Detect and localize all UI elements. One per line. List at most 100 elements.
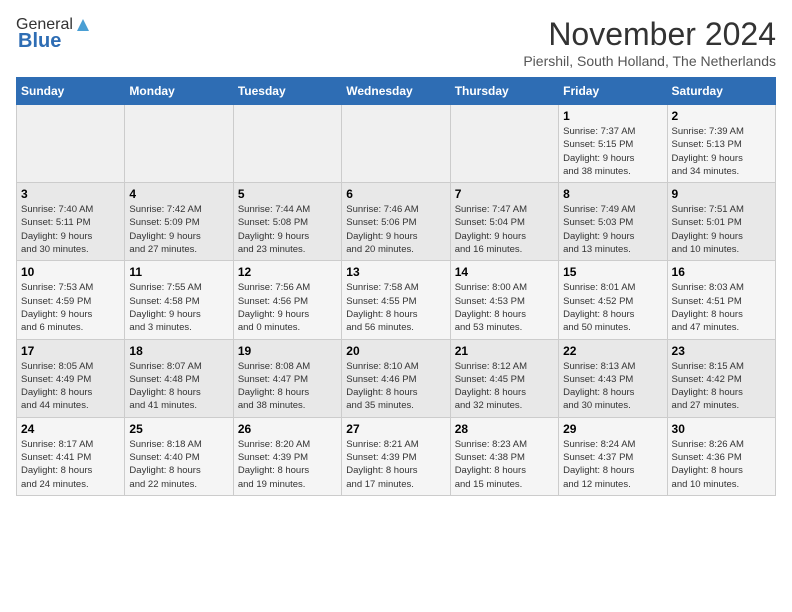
day-number: 14 bbox=[455, 265, 554, 279]
day-info: Sunrise: 8:00 AM Sunset: 4:53 PM Dayligh… bbox=[455, 281, 554, 334]
calendar-cell bbox=[125, 105, 233, 183]
day-number: 8 bbox=[563, 187, 662, 201]
day-info: Sunrise: 8:01 AM Sunset: 4:52 PM Dayligh… bbox=[563, 281, 662, 334]
month-title: November 2024 bbox=[523, 16, 776, 53]
header-saturday: Saturday bbox=[667, 78, 775, 105]
calendar-cell: 14 Sunrise: 8:00 AM Sunset: 4:53 PM Dayli… bbox=[450, 261, 558, 339]
calendar-cell: 10 Sunrise: 7:53 AM Sunset: 4:59 PM Dayli… bbox=[17, 261, 125, 339]
day-info: Sunrise: 8:20 AM Sunset: 4:39 PM Dayligh… bbox=[238, 438, 337, 491]
calendar-cell: 3 Sunrise: 7:40 AM Sunset: 5:11 PM Daylig… bbox=[17, 183, 125, 261]
day-number: 24 bbox=[21, 422, 120, 436]
day-number: 26 bbox=[238, 422, 337, 436]
logo-icon bbox=[75, 17, 91, 33]
weekday-header-row: Sunday Monday Tuesday Wednesday Thursday… bbox=[17, 78, 776, 105]
day-number: 5 bbox=[238, 187, 337, 201]
day-number: 23 bbox=[672, 344, 771, 358]
day-number: 11 bbox=[129, 265, 228, 279]
calendar-week-row: 3 Sunrise: 7:40 AM Sunset: 5:11 PM Daylig… bbox=[17, 183, 776, 261]
calendar-cell bbox=[233, 105, 341, 183]
calendar-cell: 28 Sunrise: 8:23 AM Sunset: 4:38 PM Dayli… bbox=[450, 417, 558, 495]
day-info: Sunrise: 7:42 AM Sunset: 5:09 PM Dayligh… bbox=[129, 203, 228, 256]
calendar-cell: 25 Sunrise: 8:18 AM Sunset: 4:40 PM Dayli… bbox=[125, 417, 233, 495]
day-number: 13 bbox=[346, 265, 445, 279]
header-monday: Monday bbox=[125, 78, 233, 105]
calendar-cell: 8Sunrise: 7:49 AM Sunset: 5:03 PM Daylig… bbox=[559, 183, 667, 261]
header-sunday: Sunday bbox=[17, 78, 125, 105]
day-info: Sunrise: 7:39 AM Sunset: 5:13 PM Dayligh… bbox=[672, 125, 771, 178]
day-number: 9 bbox=[672, 187, 771, 201]
day-number: 22 bbox=[563, 344, 662, 358]
day-info: Sunrise: 7:56 AM Sunset: 4:56 PM Dayligh… bbox=[238, 281, 337, 334]
day-number: 19 bbox=[238, 344, 337, 358]
day-info: Sunrise: 8:10 AM Sunset: 4:46 PM Dayligh… bbox=[346, 360, 445, 413]
day-info: Sunrise: 8:21 AM Sunset: 4:39 PM Dayligh… bbox=[346, 438, 445, 491]
day-number: 25 bbox=[129, 422, 228, 436]
day-info: Sunrise: 7:37 AM Sunset: 5:15 PM Dayligh… bbox=[563, 125, 662, 178]
calendar-cell: 9 Sunrise: 7:51 AM Sunset: 5:01 PM Daylig… bbox=[667, 183, 775, 261]
day-info: Sunrise: 8:26 AM Sunset: 4:36 PM Dayligh… bbox=[672, 438, 771, 491]
day-number: 1 bbox=[563, 109, 662, 123]
calendar-cell: 13 Sunrise: 7:58 AM Sunset: 4:55 PM Dayli… bbox=[342, 261, 450, 339]
calendar-cell: 5Sunrise: 7:44 AM Sunset: 5:08 PM Daylig… bbox=[233, 183, 341, 261]
calendar-cell: 17 Sunrise: 8:05 AM Sunset: 4:49 PM Dayli… bbox=[17, 339, 125, 417]
calendar-cell: 24 Sunrise: 8:17 AM Sunset: 4:41 PM Dayli… bbox=[17, 417, 125, 495]
title-section: November 2024 Piershil, South Holland, T… bbox=[523, 16, 776, 69]
day-info: Sunrise: 8:08 AM Sunset: 4:47 PM Dayligh… bbox=[238, 360, 337, 413]
calendar-cell: 16Sunrise: 8:03 AM Sunset: 4:51 PM Dayli… bbox=[667, 261, 775, 339]
day-info: Sunrise: 7:53 AM Sunset: 4:59 PM Dayligh… bbox=[21, 281, 120, 334]
calendar-cell: 18Sunrise: 8:07 AM Sunset: 4:48 PM Dayli… bbox=[125, 339, 233, 417]
calendar-cell: 15 Sunrise: 8:01 AM Sunset: 4:52 PM Dayli… bbox=[559, 261, 667, 339]
day-info: Sunrise: 8:12 AM Sunset: 4:45 PM Dayligh… bbox=[455, 360, 554, 413]
day-info: Sunrise: 7:51 AM Sunset: 5:01 PM Dayligh… bbox=[672, 203, 771, 256]
day-info: Sunrise: 8:17 AM Sunset: 4:41 PM Dayligh… bbox=[21, 438, 120, 491]
calendar-cell: 12 Sunrise: 7:56 AM Sunset: 4:56 PM Dayli… bbox=[233, 261, 341, 339]
calendar-week-row: 17 Sunrise: 8:05 AM Sunset: 4:49 PM Dayli… bbox=[17, 339, 776, 417]
day-info: Sunrise: 8:18 AM Sunset: 4:40 PM Dayligh… bbox=[129, 438, 228, 491]
calendar-header: Sunday Monday Tuesday Wednesday Thursday… bbox=[17, 78, 776, 105]
calendar-cell: 11Sunrise: 7:55 AM Sunset: 4:58 PM Dayli… bbox=[125, 261, 233, 339]
calendar-cell: 6 Sunrise: 7:46 AM Sunset: 5:06 PM Daylig… bbox=[342, 183, 450, 261]
calendar-cell bbox=[342, 105, 450, 183]
day-info: Sunrise: 8:07 AM Sunset: 4:48 PM Dayligh… bbox=[129, 360, 228, 413]
calendar-cell: 2Sunrise: 7:39 AM Sunset: 5:13 PM Daylig… bbox=[667, 105, 775, 183]
calendar-cell: 30 Sunrise: 8:26 AM Sunset: 4:36 PM Dayli… bbox=[667, 417, 775, 495]
logo-blue-text: Blue bbox=[18, 30, 61, 53]
day-number: 12 bbox=[238, 265, 337, 279]
calendar-week-row: 24 Sunrise: 8:17 AM Sunset: 4:41 PM Dayli… bbox=[17, 417, 776, 495]
logo: General Blue bbox=[16, 16, 91, 53]
calendar-cell: 23Sunrise: 8:15 AM Sunset: 4:42 PM Dayli… bbox=[667, 339, 775, 417]
day-number: 29 bbox=[563, 422, 662, 436]
day-info: Sunrise: 7:58 AM Sunset: 4:55 PM Dayligh… bbox=[346, 281, 445, 334]
day-number: 15 bbox=[563, 265, 662, 279]
day-info: Sunrise: 7:46 AM Sunset: 5:06 PM Dayligh… bbox=[346, 203, 445, 256]
day-number: 3 bbox=[21, 187, 120, 201]
day-info: Sunrise: 8:05 AM Sunset: 4:49 PM Dayligh… bbox=[21, 360, 120, 413]
day-info: Sunrise: 7:40 AM Sunset: 5:11 PM Dayligh… bbox=[21, 203, 120, 256]
calendar-cell: 22Sunrise: 8:13 AM Sunset: 4:43 PM Dayli… bbox=[559, 339, 667, 417]
day-number: 17 bbox=[21, 344, 120, 358]
calendar-cell: 29Sunrise: 8:24 AM Sunset: 4:37 PM Dayli… bbox=[559, 417, 667, 495]
calendar-cell: 19 Sunrise: 8:08 AM Sunset: 4:47 PM Dayli… bbox=[233, 339, 341, 417]
calendar-cell: 1 Sunrise: 7:37 AM Sunset: 5:15 PM Daylig… bbox=[559, 105, 667, 183]
calendar-cell: 21Sunrise: 8:12 AM Sunset: 4:45 PM Dayli… bbox=[450, 339, 558, 417]
day-info: Sunrise: 8:23 AM Sunset: 4:38 PM Dayligh… bbox=[455, 438, 554, 491]
calendar-cell: 26 Sunrise: 8:20 AM Sunset: 4:39 PM Dayli… bbox=[233, 417, 341, 495]
calendar-week-row: 1 Sunrise: 7:37 AM Sunset: 5:15 PM Daylig… bbox=[17, 105, 776, 183]
calendar-table: Sunday Monday Tuesday Wednesday Thursday… bbox=[16, 77, 776, 496]
day-number: 27 bbox=[346, 422, 445, 436]
calendar-week-row: 10 Sunrise: 7:53 AM Sunset: 4:59 PM Dayli… bbox=[17, 261, 776, 339]
day-number: 10 bbox=[21, 265, 120, 279]
calendar-cell bbox=[17, 105, 125, 183]
page-header: General Blue November 2024 Piershil, Sou… bbox=[16, 16, 776, 69]
calendar-cell: 27 Sunrise: 8:21 AM Sunset: 4:39 PM Dayli… bbox=[342, 417, 450, 495]
location-text: Piershil, South Holland, The Netherlands bbox=[523, 53, 776, 69]
calendar-body: 1 Sunrise: 7:37 AM Sunset: 5:15 PM Daylig… bbox=[17, 105, 776, 496]
day-number: 6 bbox=[346, 187, 445, 201]
calendar-cell: 4Sunrise: 7:42 AM Sunset: 5:09 PM Daylig… bbox=[125, 183, 233, 261]
day-info: Sunrise: 8:03 AM Sunset: 4:51 PM Dayligh… bbox=[672, 281, 771, 334]
header-thursday: Thursday bbox=[450, 78, 558, 105]
day-number: 28 bbox=[455, 422, 554, 436]
calendar-cell: 20 Sunrise: 8:10 AM Sunset: 4:46 PM Dayli… bbox=[342, 339, 450, 417]
day-number: 20 bbox=[346, 344, 445, 358]
day-number: 30 bbox=[672, 422, 771, 436]
